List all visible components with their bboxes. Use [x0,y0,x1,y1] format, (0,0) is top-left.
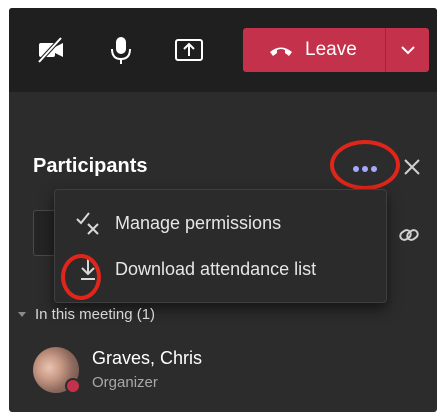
participant-role: Organizer [92,374,158,391]
presence-status-icon [65,378,81,394]
chevron-down-icon [400,46,415,55]
close-icon [404,159,420,175]
menu-item-label: Download attendance list [115,258,317,279]
section-header-in-meeting[interactable]: In this meeting (1) [17,306,155,323]
manage-permissions-icon [76,212,99,235]
hang-up-icon [270,47,292,56]
teams-meeting-window: Leave Participants Manage permissions Do… [9,8,437,412]
highlight-ring-download [61,254,101,300]
caret-down-icon [18,311,26,317]
microphone-icon[interactable] [105,34,137,66]
highlight-ring-more-options [330,140,400,190]
menu-item-download-attendance[interactable]: Download attendance list [55,247,386,291]
leave-button[interactable]: Leave [243,28,385,72]
share-screen-icon[interactable] [173,34,205,66]
participant-row[interactable]: Graves, Chris Organizer [33,344,413,398]
leave-options-button[interactable] [386,28,429,72]
link-icon [399,229,419,241]
section-label: In this meeting (1) [35,306,156,323]
more-options-menu: Manage permissions Download attendance l… [54,189,387,303]
menu-item-manage-permissions[interactable]: Manage permissions [55,201,386,245]
panel-title: Participants [33,155,148,177]
leave-label: Leave [305,39,357,60]
leave-button-group: Leave [243,28,429,72]
camera-off-icon[interactable] [35,34,67,66]
close-button[interactable] [401,156,423,178]
meeting-toolbar: Leave [9,8,437,92]
participant-name: Graves, Chris [92,348,203,368]
menu-item-label: Manage permissions [115,212,282,233]
copy-link-button[interactable] [397,223,421,247]
